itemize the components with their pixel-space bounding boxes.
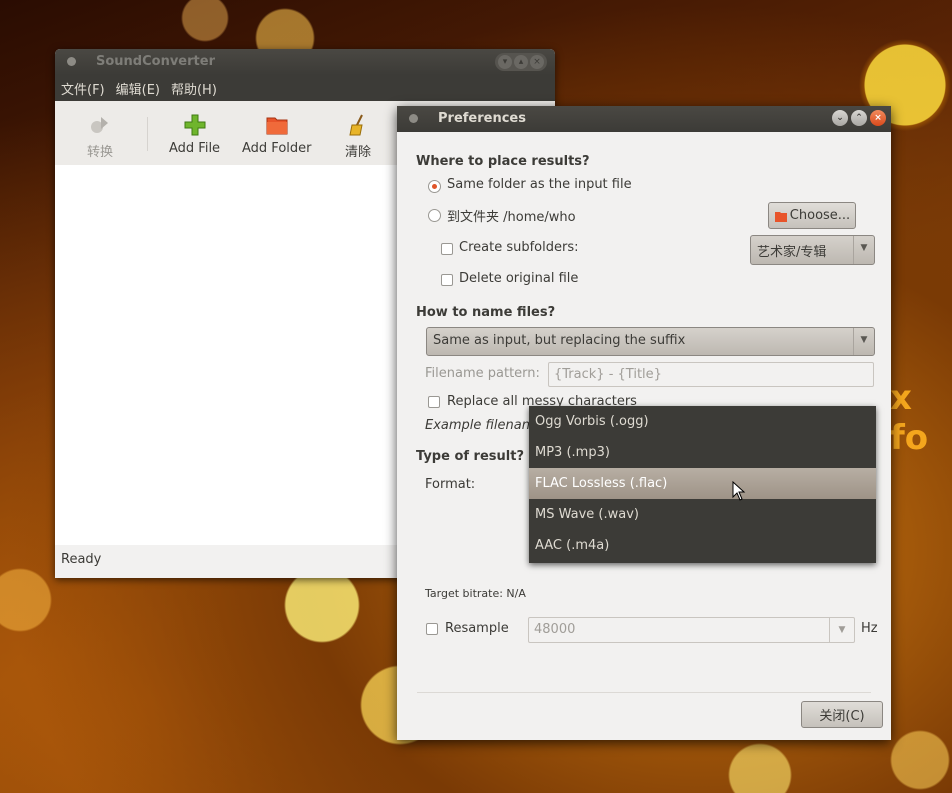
menu-help[interactable]: 帮助(H) — [171, 79, 217, 98]
maximize-icon[interactable]: ⌃ — [851, 110, 867, 126]
menubar: 文件(F) 编辑(E) 帮助(H) — [55, 75, 555, 101]
close-button[interactable]: 关闭(C) — [801, 701, 883, 728]
chevron-down-icon: ▼ — [829, 618, 854, 642]
prefs-title: Preferences — [438, 111, 526, 126]
filename-pattern-value: {Track} - {Title} — [554, 367, 662, 382]
convert-button[interactable]: 转换 — [87, 113, 113, 160]
choose-button-label: Choose... — [789, 208, 851, 223]
prefs-titlebar[interactable]: Preferences ⌄ ⌃ × — [397, 106, 891, 132]
convert-label: 转换 — [87, 145, 114, 160]
window-menu-icon[interactable] — [409, 114, 418, 123]
menu-edit[interactable]: 编辑(E) — [116, 79, 160, 98]
prefs-window-controls: ⌄ ⌃ × — [832, 110, 886, 126]
folder-icon — [266, 117, 288, 135]
mouse-pointer-icon — [732, 481, 746, 501]
menu-file[interactable]: 文件(F) — [61, 79, 105, 98]
minimize-icon[interactable]: ⌄ — [832, 110, 848, 126]
replace-messy-checkbox[interactable] — [428, 396, 440, 408]
dialog-separator — [417, 692, 871, 693]
main-window-controls: ▾ ▴ × — [495, 53, 547, 71]
create-subfolders-label[interactable]: Create subfolders: — [459, 240, 578, 255]
format-option-mp3[interactable]: MP3 (.mp3) — [529, 437, 876, 468]
same-folder-label[interactable]: Same folder as the input file — [447, 177, 632, 192]
to-folder-label[interactable]: 到文件夹 /home/who — [447, 206, 576, 225]
format-option-ogg[interactable]: Ogg Vorbis (.ogg) — [529, 406, 876, 437]
status-text: Ready — [61, 552, 102, 567]
close-icon[interactable]: × — [530, 55, 544, 69]
delete-original-checkbox[interactable] — [441, 274, 453, 286]
chevron-down-icon: ▼ — [853, 236, 874, 264]
toolbar-separator — [147, 117, 148, 151]
convert-icon — [91, 117, 108, 133]
resample-label[interactable]: Resample — [445, 621, 509, 636]
format-option-flac[interactable]: FLAC Lossless (.flac) — [529, 468, 876, 499]
choose-folder-button[interactable]: Choose... — [768, 202, 856, 229]
clear-button[interactable]: 清除 — [345, 113, 371, 160]
resample-checkbox[interactable] — [426, 623, 438, 635]
chevron-down-icon: ▼ — [853, 328, 874, 355]
naming-heading: How to name files? — [416, 305, 556, 320]
format-label: Format: — [425, 477, 476, 492]
add-folder-label: Add Folder — [242, 141, 312, 156]
type-heading: Type of result? — [416, 449, 524, 464]
subfolder-combo-value: 艺术家/专辑 — [757, 245, 827, 260]
subfolder-pattern-combo[interactable]: 艺术家/专辑 ▼ — [750, 235, 875, 265]
main-window-title: SoundConverter — [96, 54, 215, 69]
format-option-m4a[interactable]: AAC (.m4a) — [529, 530, 876, 561]
minimize-icon[interactable]: ▾ — [498, 55, 512, 69]
filename-pattern-field[interactable]: {Track} - {Title} — [548, 362, 874, 387]
add-folder-button[interactable]: Add Folder — [242, 113, 311, 156]
resample-value: 48000 — [534, 622, 576, 637]
broom-icon — [349, 114, 363, 136]
close-icon[interactable]: × — [870, 110, 886, 126]
add-file-button[interactable]: Add File — [169, 113, 220, 156]
target-bitrate-label: Target bitrate: N/A — [425, 587, 526, 600]
to-folder-radio[interactable] — [428, 209, 441, 222]
naming-combo[interactable]: Same as input, but replacing the suffix … — [426, 327, 875, 356]
example-filename-label: Example filenan — [425, 418, 530, 433]
add-icon — [184, 114, 206, 136]
format-dropdown-menu: Ogg Vorbis (.ogg) MP3 (.mp3) FLAC Lossle… — [529, 406, 876, 563]
naming-combo-value: Same as input, but replacing the suffix — [433, 333, 686, 348]
delete-original-label[interactable]: Delete original file — [459, 271, 578, 286]
resample-unit: Hz — [861, 621, 878, 636]
create-subfolders-checkbox[interactable] — [441, 243, 453, 255]
resample-rate-combo[interactable]: 48000 ▼ — [528, 617, 855, 643]
window-menu-icon[interactable] — [67, 57, 76, 66]
background-wallpaper-text: x fo — [890, 378, 929, 458]
format-option-wav[interactable]: MS Wave (.wav) — [529, 499, 876, 530]
filename-pattern-label: Filename pattern: — [425, 366, 540, 381]
main-titlebar[interactable]: SoundConverter ▾ ▴ × — [55, 49, 555, 75]
maximize-icon[interactable]: ▴ — [514, 55, 528, 69]
clear-label: 清除 — [345, 145, 372, 160]
folder-icon — [774, 211, 787, 222]
close-button-label: 关闭(C) — [819, 709, 865, 724]
where-heading: Where to place results? — [416, 154, 590, 169]
same-folder-radio[interactable] — [428, 180, 441, 193]
add-file-label: Add File — [169, 141, 221, 156]
